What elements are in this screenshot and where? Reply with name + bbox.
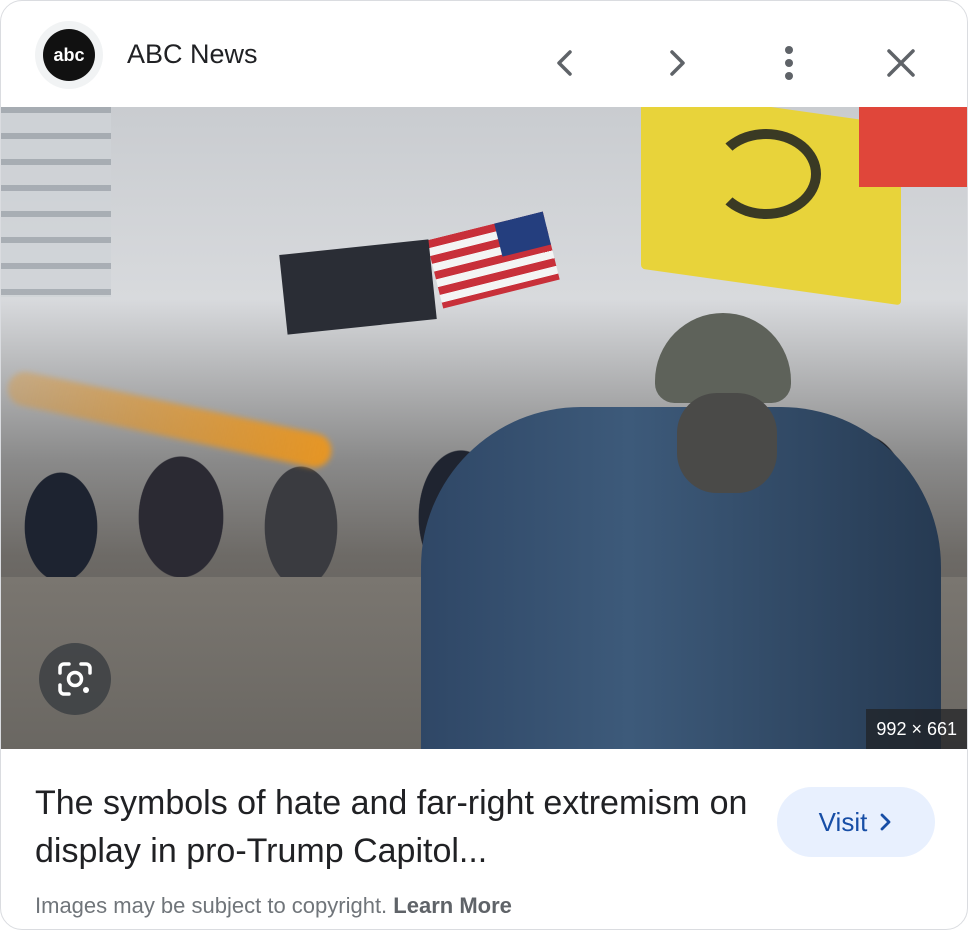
google-lens-icon	[58, 662, 92, 696]
svg-text:abc: abc	[53, 45, 84, 65]
learn-more-link[interactable]: Learn More	[393, 893, 512, 918]
chevron-left-icon	[557, 50, 572, 76]
copyright-notice: Images may be subject to copyright. Lear…	[35, 893, 512, 919]
close-icon	[887, 49, 915, 77]
visit-label: Visit	[818, 806, 868, 837]
next-button[interactable]	[649, 35, 705, 91]
black-flag-graphic	[279, 239, 437, 335]
more-vert-icon	[785, 46, 793, 80]
result-title[interactable]: The symbols of hate and far-right extrem…	[35, 779, 755, 875]
gas-mask-graphic	[677, 393, 777, 493]
helmet-graphic	[655, 313, 791, 403]
american-flag-graphic	[426, 211, 560, 309]
scaffolding-graphic	[1, 107, 111, 297]
visit-button[interactable]: Visit	[777, 787, 935, 857]
source-name[interactable]: ABC News	[127, 39, 258, 70]
close-button[interactable]	[873, 35, 929, 91]
snake-emblem-graphic	[711, 129, 821, 219]
previous-button[interactable]	[537, 35, 593, 91]
preview-image[interactable]: 992 × 661	[1, 107, 967, 749]
chevron-right-icon	[670, 50, 685, 76]
image-preview-panel: abc ABC News 992 × 661 The symbols of ha…	[0, 0, 968, 930]
source-logo: abc	[35, 21, 103, 89]
image-dimensions-badge: 992 × 661	[866, 709, 967, 749]
more-options-button[interactable]	[761, 35, 817, 91]
copyright-text: Images may be subject to copyright.	[35, 893, 388, 918]
preview-header: abc ABC News	[1, 1, 967, 107]
chevron-right-icon	[880, 813, 891, 831]
red-flag-graphic	[859, 107, 967, 187]
abc-logo-icon: abc	[43, 29, 95, 81]
google-lens-button[interactable]	[39, 643, 111, 715]
